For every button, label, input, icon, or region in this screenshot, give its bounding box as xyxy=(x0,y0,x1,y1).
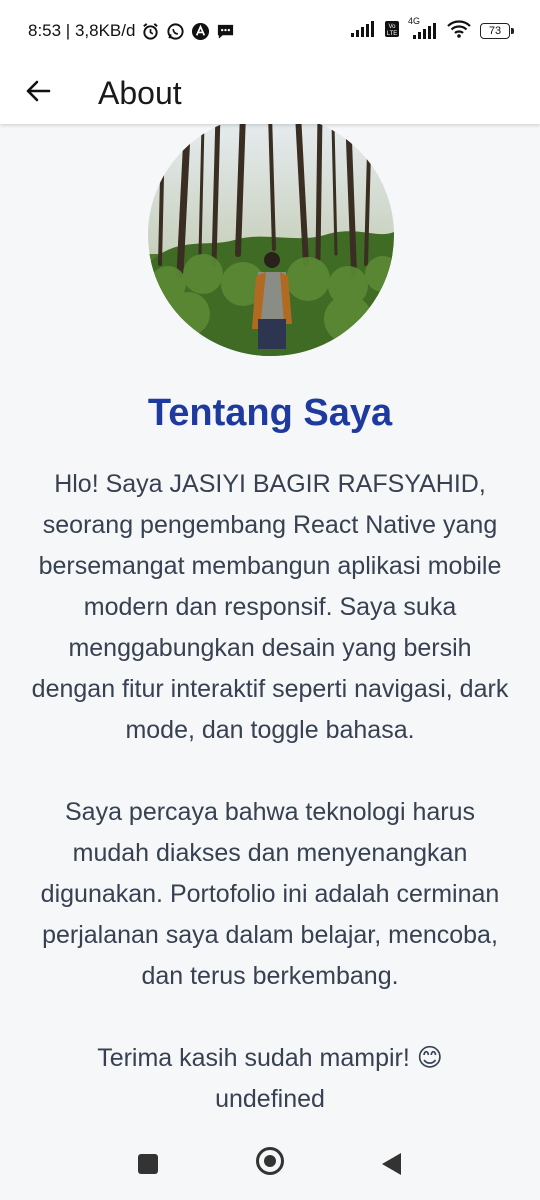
status-bar: 8:53 | 3,8KB/d Vo LTE 4G 73 xyxy=(0,0,540,62)
profile-photo xyxy=(148,124,394,356)
status-right: Vo LTE 4G 73 xyxy=(350,16,514,44)
back-triangle-icon[interactable] xyxy=(382,1153,401,1175)
status-time-speed: 8:53 | 3,8KB/d xyxy=(28,21,136,40)
wifi-icon xyxy=(446,19,472,44)
home-circle-icon[interactable] xyxy=(256,1147,284,1175)
status-left: 8:53 | 3,8KB/d xyxy=(28,21,235,41)
battery-indicator: 73 xyxy=(480,23,514,39)
about-heading: Tentang Saya xyxy=(147,392,393,434)
back-button[interactable] xyxy=(14,69,62,117)
signal-icon xyxy=(350,20,376,43)
app-header: About xyxy=(0,62,540,124)
page-title: About xyxy=(98,74,182,111)
svg-text:LTE: LTE xyxy=(387,31,398,37)
battery-level: 73 xyxy=(488,25,502,37)
app-icon xyxy=(191,22,210,41)
recents-square-icon[interactable] xyxy=(138,1154,158,1174)
message-icon xyxy=(216,22,235,41)
alarm-icon xyxy=(141,22,160,41)
4g-signal-icon: 4G xyxy=(408,16,438,40)
about-content: Tentang Saya Hlo! Saya JASIYI BAGIR RAFS… xyxy=(0,124,540,1200)
arrow-left-icon xyxy=(25,78,51,109)
whatsapp-icon xyxy=(166,22,185,41)
volte-icon: Vo LTE xyxy=(384,20,400,43)
about-description: Hlo! Saya JASIYI BAGIR RAFSYAHID, seoran… xyxy=(31,470,509,1113)
svg-text:Vo: Vo xyxy=(388,24,396,30)
